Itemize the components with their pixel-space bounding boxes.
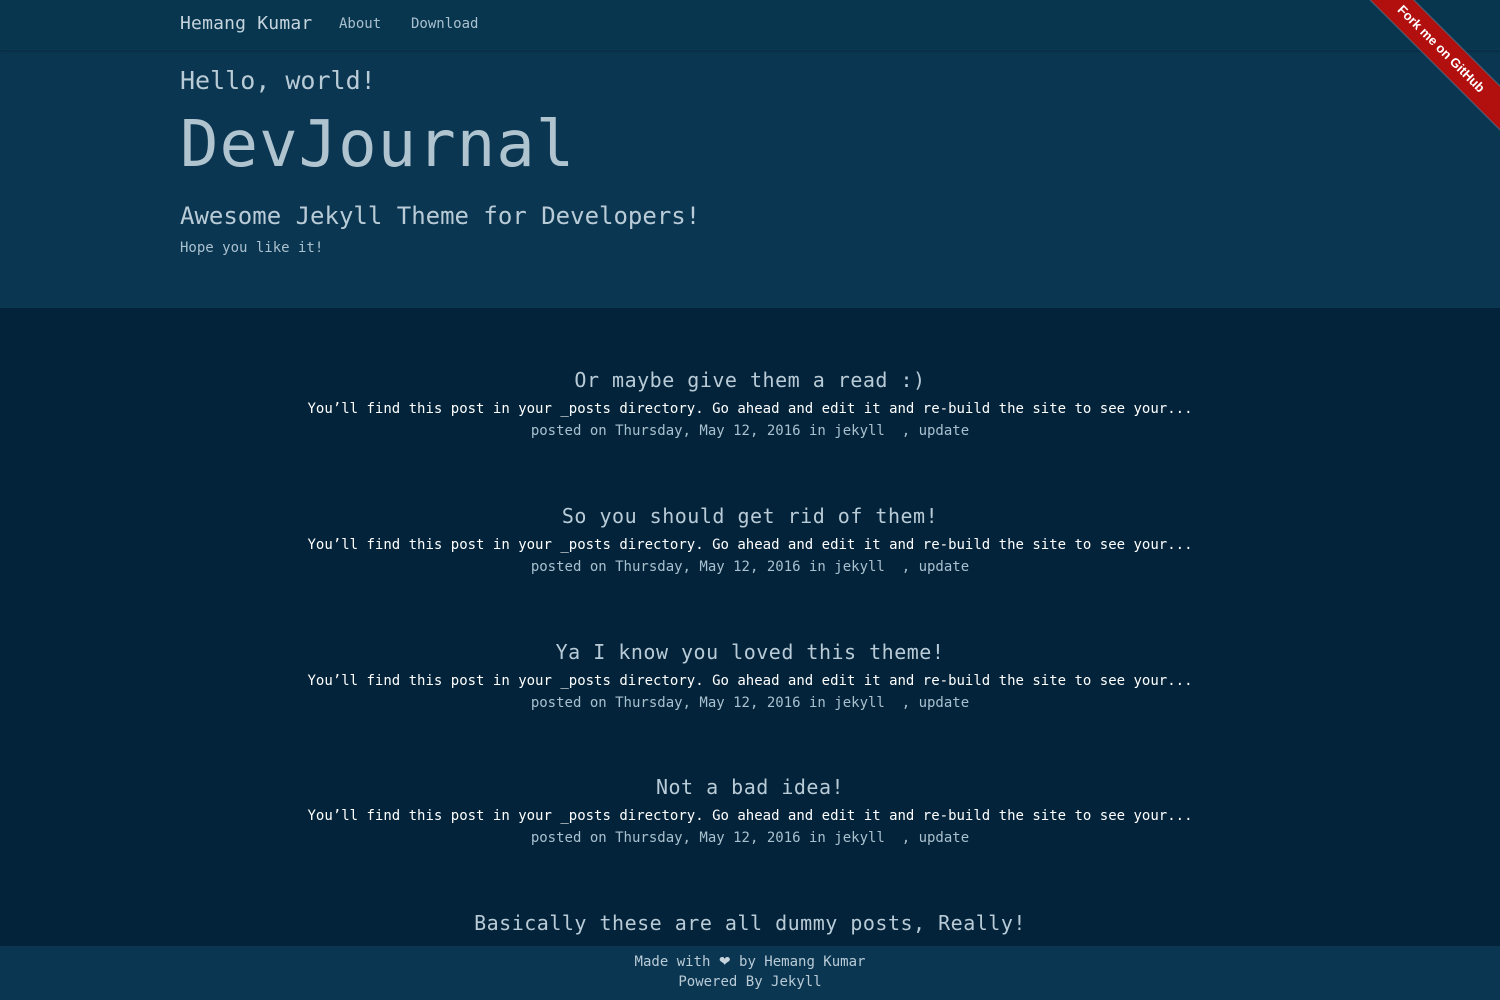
post-item: Basically these are all dummy posts, Rea… (0, 911, 1500, 935)
post-date: posted on Thursday, May 12, 2016 in (530, 695, 826, 711)
hero-section: Hello, world! DevJournal Awesome Jekyll … (0, 50, 1500, 308)
site-title: DevJournal (180, 108, 576, 182)
post-date: posted on Thursday, May 12, 2016 in (530, 830, 826, 846)
site-subtitle: Awesome Jekyll Theme for Developers! (180, 202, 701, 230)
post-item: Ya I know you loved this theme! You’ll f… (0, 640, 1500, 711)
post-date: posted on Thursday, May 12, 2016 in (530, 423, 826, 439)
footer-author: by Hemang Kumar (739, 954, 866, 970)
category-link-jekyll[interactable]: jekyll (834, 830, 885, 846)
post-date: posted on Thursday, May 12, 2016 in (530, 559, 826, 575)
footer: Made with ❤ by Hemang Kumar Powered By J… (0, 946, 1500, 1000)
category-link-update[interactable]: update (919, 559, 970, 575)
post-meta: posted on Thursday, May 12, 2016 in jeky… (530, 830, 970, 846)
category-link-update[interactable]: update (919, 695, 970, 711)
github-ribbon-container: Fork me on GitHub (1350, 0, 1500, 150)
site-tagline: Hope you like it! (180, 240, 324, 256)
hero-greeting: Hello, world! (180, 66, 376, 95)
post-list: Or maybe give them a read :) You’ll find… (0, 308, 1500, 946)
post-excerpt: You’ll find this post in your _posts dir… (307, 808, 1193, 824)
category-link-jekyll[interactable]: jekyll (834, 559, 885, 575)
post-title-link[interactable]: So you should get rid of them! (0, 504, 1500, 528)
category-link-jekyll[interactable]: jekyll (834, 695, 885, 711)
category-link-update[interactable]: update (919, 423, 970, 439)
post-excerpt: You’ll find this post in your _posts dir… (307, 537, 1193, 553)
post-item: Not a bad idea! You’ll find this post in… (0, 775, 1500, 846)
brand-link[interactable]: Hemang Kumar (180, 13, 312, 34)
post-excerpt: You’ll find this post in your _posts dir… (307, 401, 1193, 417)
post-title-link[interactable]: Or maybe give them a read :) (0, 368, 1500, 392)
category-link-jekyll[interactable]: jekyll (834, 423, 885, 439)
post-title-link[interactable]: Not a bad idea! (0, 775, 1500, 799)
post-meta: posted on Thursday, May 12, 2016 in jeky… (530, 695, 970, 711)
post-item: Or maybe give them a read :) You’ll find… (0, 368, 1500, 439)
post-item: So you should get rid of them! You’ll fi… (0, 504, 1500, 575)
post-meta: posted on Thursday, May 12, 2016 in jeky… (530, 423, 970, 439)
post-title-link[interactable]: Ya I know you loved this theme! (0, 640, 1500, 664)
heart-icon: ❤ (718, 954, 731, 970)
footer-powered-by: Powered By Jekyll (678, 974, 822, 990)
category-link-update[interactable]: update (919, 830, 970, 846)
footer-made-with: Made with (634, 954, 711, 970)
footer-credit: Made with ❤ by Hemang Kumar (0, 954, 1500, 970)
navbar: Hemang Kumar About Download (0, 0, 1500, 50)
post-excerpt: You’ll find this post in your _posts dir… (307, 673, 1193, 689)
nav-link-about[interactable]: About (339, 16, 381, 32)
nav-link-download[interactable]: Download (411, 16, 478, 32)
post-title-link[interactable]: Basically these are all dummy posts, Rea… (0, 911, 1500, 935)
post-meta: posted on Thursday, May 12, 2016 in jeky… (530, 559, 970, 575)
fork-on-github-ribbon[interactable]: Fork me on GitHub (1357, 0, 1500, 133)
